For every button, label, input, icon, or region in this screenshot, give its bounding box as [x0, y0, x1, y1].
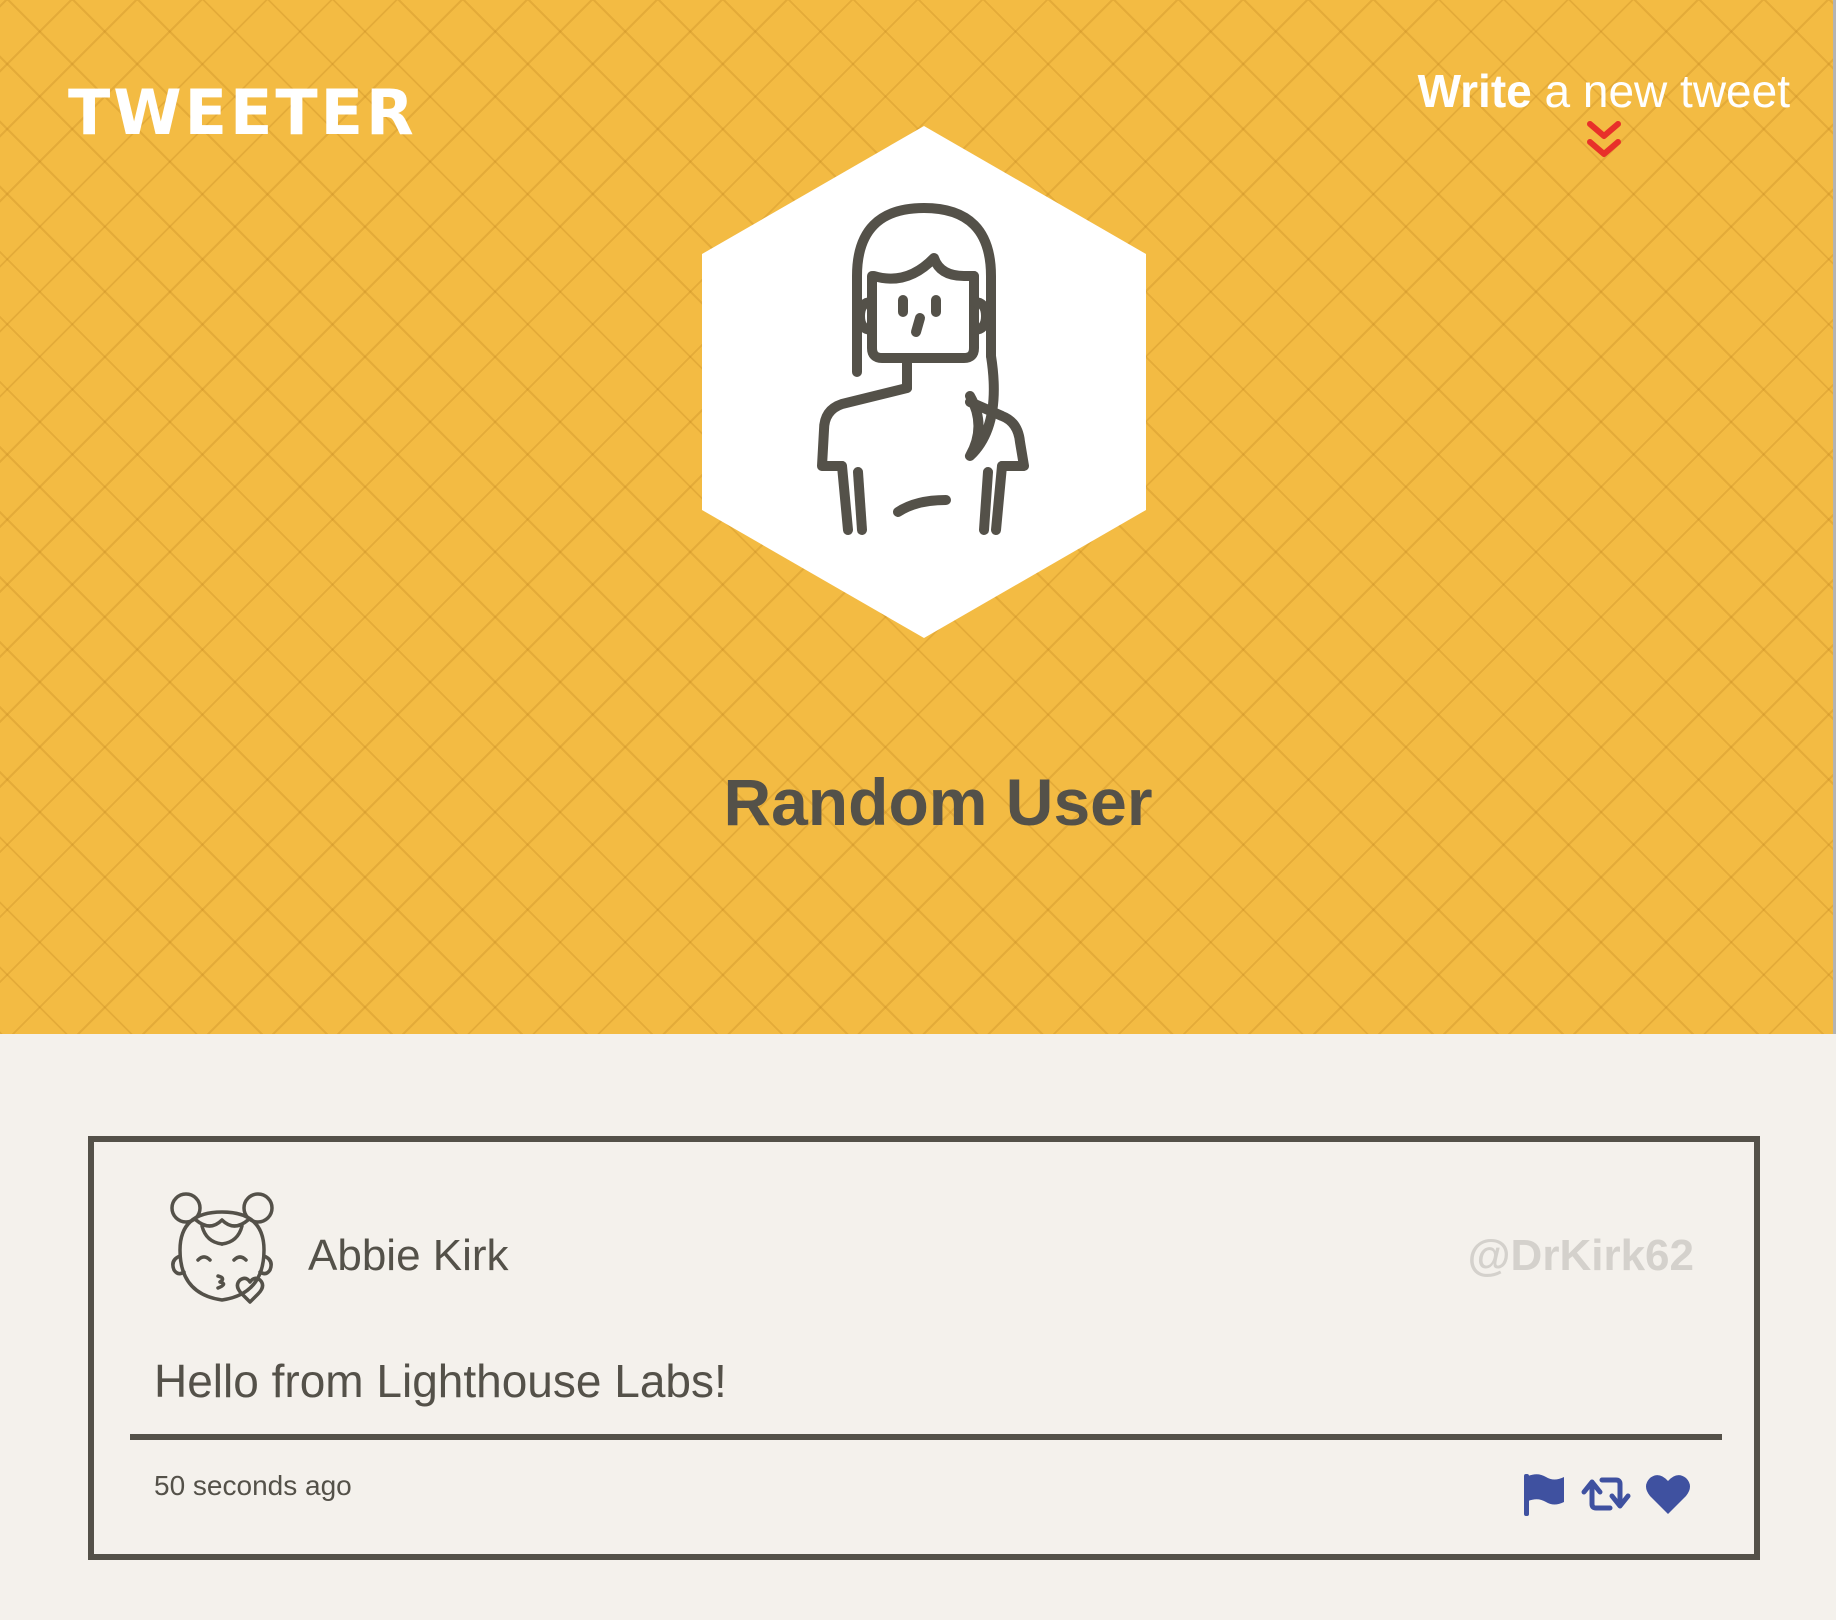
write-new-tweet-button[interactable]: Write a new tweet	[1400, 66, 1790, 117]
kiss-face-avatar-icon	[170, 1192, 274, 1304]
compose-label-bold: Write	[1417, 65, 1532, 117]
heart-icon[interactable]	[1642, 1468, 1694, 1520]
flag-icon[interactable]	[1518, 1468, 1570, 1520]
tweet-divider	[130, 1434, 1722, 1440]
retweet-icon[interactable]	[1580, 1468, 1632, 1520]
tweet-author-name: Abbie Kirk	[308, 1231, 509, 1280]
tweet-timestamp: 50 seconds ago	[154, 1470, 352, 1501]
app-logo[interactable]: TWEETER	[68, 82, 417, 144]
profile-avatar	[702, 126, 1146, 638]
tweet-card: Abbie Kirk @DrKirk62 Hello from Lighthou…	[88, 1136, 1760, 1560]
hexagon-frame	[702, 126, 1146, 638]
chevron-double-down-icon[interactable]	[1584, 120, 1624, 162]
tweet-author-handle[interactable]: @DrKirk62	[1468, 1234, 1694, 1278]
compose-label-rest: a new tweet	[1531, 65, 1791, 117]
tweet-content: Hello from Lighthouse Labs!	[154, 1355, 727, 1407]
page-header: TWEETER Write a new tweet Random User	[0, 0, 1836, 1034]
profile-name: Random User	[723, 765, 1153, 839]
tweet-actions	[1518, 1468, 1694, 1520]
